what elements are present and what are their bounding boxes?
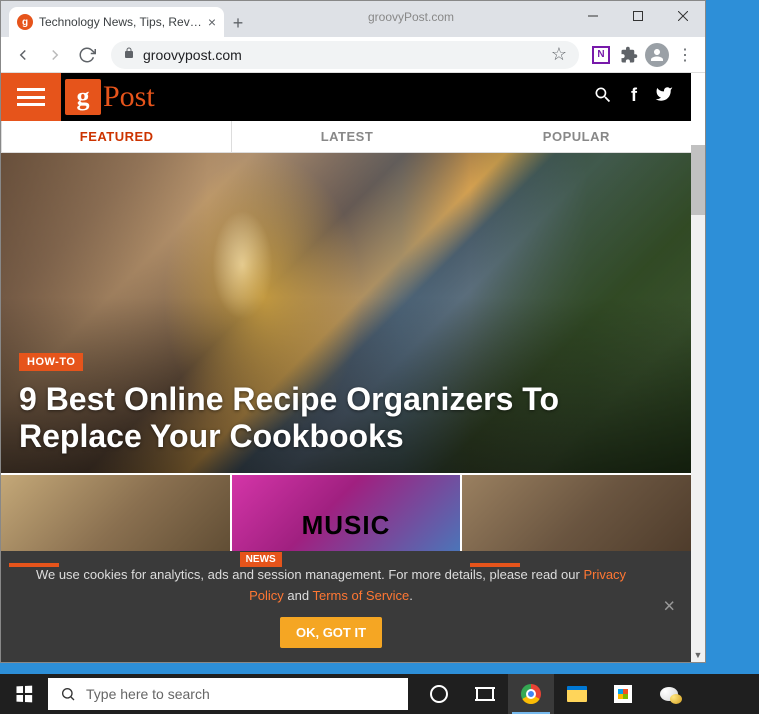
- hamburger-menu-button[interactable]: [1, 73, 61, 121]
- scroll-down-icon[interactable]: ▼: [691, 648, 705, 662]
- back-button[interactable]: [9, 41, 37, 69]
- extensions-icon[interactable]: [617, 43, 641, 67]
- search-icon[interactable]: [593, 85, 613, 110]
- accent-bar: [9, 563, 59, 567]
- forward-button[interactable]: [41, 41, 69, 69]
- accent-bar: [470, 563, 520, 567]
- search-placeholder: Type here to search: [86, 686, 210, 702]
- profile-icon[interactable]: [645, 43, 669, 67]
- logo-g-icon: g: [65, 79, 101, 115]
- logo-post-text: Post: [103, 80, 155, 114]
- microsoft-store-icon[interactable]: [600, 674, 646, 714]
- tab-title: Technology News, Tips, Reviews,: [39, 15, 202, 29]
- reload-button[interactable]: [73, 41, 101, 69]
- taskbar-search[interactable]: Type here to search: [48, 678, 408, 710]
- tab-featured[interactable]: FEATURED: [1, 121, 232, 152]
- tab-popular[interactable]: POPULAR: [462, 121, 691, 152]
- twitter-icon[interactable]: [655, 85, 673, 110]
- task-icons: [416, 674, 692, 714]
- category-badge: NEWS: [240, 552, 282, 567]
- taskbar: Type here to search: [0, 674, 759, 714]
- star-icon[interactable]: ☆: [551, 44, 567, 65]
- header-icons: f: [593, 85, 691, 110]
- toolbar: groovypost.com ☆ N ⋮: [1, 37, 705, 73]
- browser-tab[interactable]: g Technology News, Tips, Reviews, ×: [9, 7, 224, 37]
- chrome-menu-icon[interactable]: ⋮: [673, 43, 697, 67]
- window-controls: [570, 1, 705, 31]
- tab-latest[interactable]: LATEST: [232, 121, 461, 152]
- category-badge: HOW-TO: [19, 353, 83, 371]
- chrome-window: g Technology News, Tips, Reviews, × + gr…: [0, 0, 706, 663]
- search-icon: [60, 686, 76, 702]
- new-tab-button[interactable]: +: [224, 9, 252, 37]
- site-header: g Post f: [1, 73, 691, 121]
- start-button[interactable]: [0, 674, 48, 714]
- url-text: groovypost.com: [143, 47, 543, 63]
- nav-tabs: FEATURED LATEST POPULAR: [1, 121, 691, 153]
- tab-close-icon[interactable]: ×: [208, 14, 216, 30]
- favicon: g: [17, 14, 33, 30]
- onenote-extension-icon[interactable]: N: [589, 43, 613, 67]
- cookie-close-icon[interactable]: ×: [663, 595, 675, 618]
- site-logo[interactable]: g Post: [65, 79, 155, 115]
- file-explorer-icon[interactable]: [554, 674, 600, 714]
- cookie-accept-button[interactable]: OK, GOT IT: [280, 617, 382, 648]
- music-graphic-text: MUSIC: [302, 510, 391, 541]
- hero-title: 9 Best Online Recipe Organizers To Repla…: [19, 381, 673, 455]
- terms-of-service-link[interactable]: Terms of Service: [312, 588, 409, 603]
- cookie-text: We use cookies for analytics, ads and se…: [21, 565, 641, 607]
- cortana-icon[interactable]: [416, 674, 462, 714]
- lock-icon: [123, 46, 135, 63]
- vertical-scrollbar[interactable]: ▼: [691, 145, 705, 662]
- chrome-taskbar-icon[interactable]: [508, 674, 554, 714]
- maximize-button[interactable]: [615, 1, 660, 31]
- page-content: g Post f FEATURED LATEST POPULAR HOW-TO …: [1, 73, 705, 662]
- titlebar: g Technology News, Tips, Reviews, × + gr…: [1, 1, 705, 37]
- minimize-button[interactable]: [570, 1, 615, 31]
- window-title: groovyPost.com: [252, 10, 570, 29]
- task-view-icon[interactable]: [462, 674, 508, 714]
- scrollbar-thumb[interactable]: [691, 145, 705, 215]
- facebook-icon[interactable]: f: [631, 85, 637, 110]
- app-icon[interactable]: [646, 674, 692, 714]
- hero-article[interactable]: HOW-TO 9 Best Online Recipe Organizers T…: [1, 153, 691, 473]
- cookie-banner: We use cookies for analytics, ads and se…: [1, 551, 691, 662]
- address-bar[interactable]: groovypost.com ☆: [111, 41, 579, 69]
- close-button[interactable]: [660, 1, 705, 31]
